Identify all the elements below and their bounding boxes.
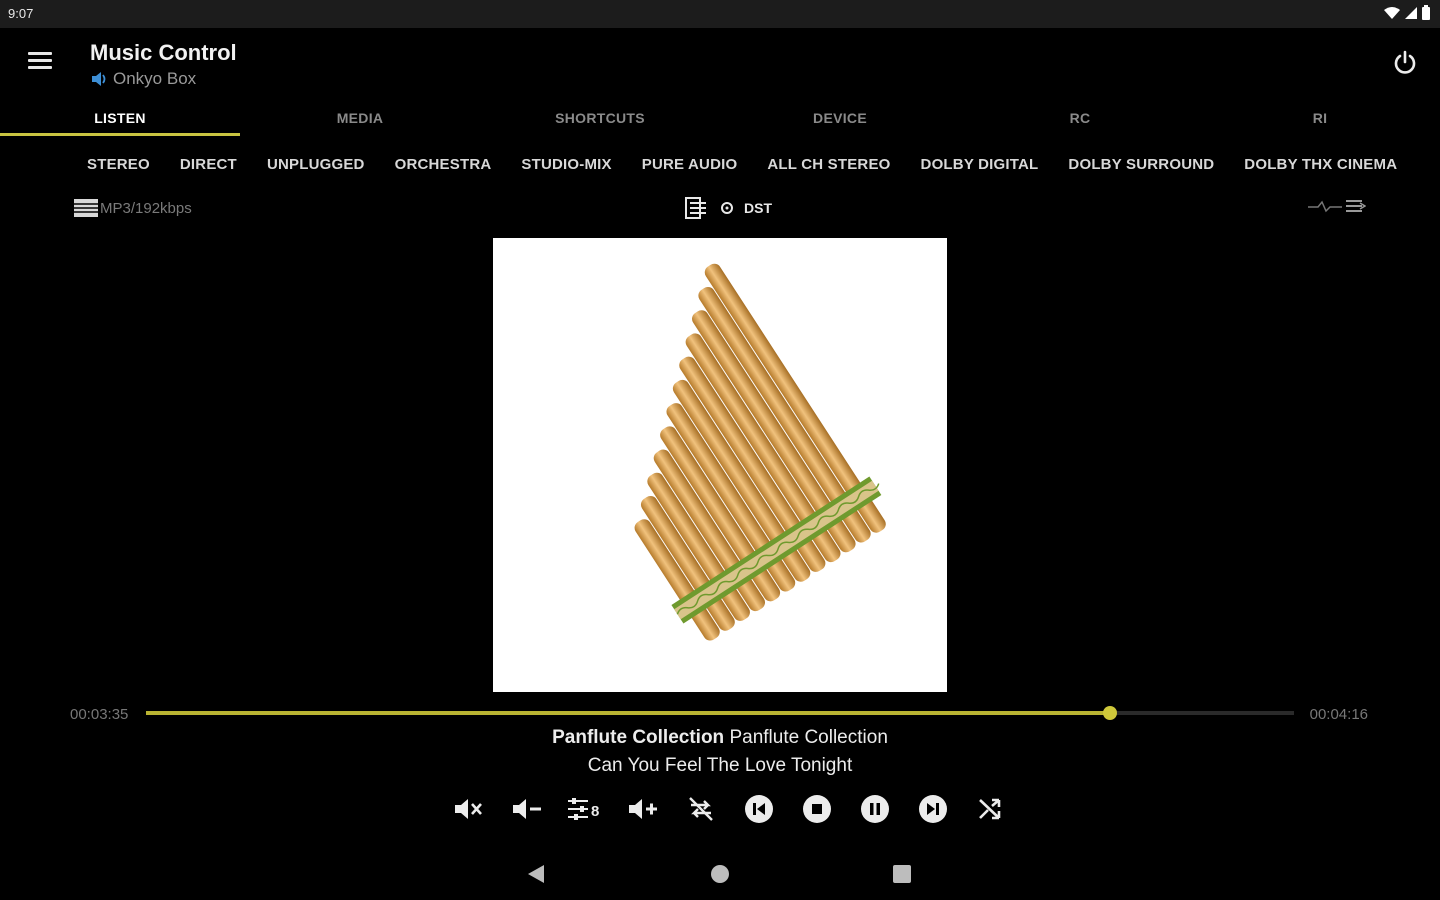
mode-all-ch-stereo-button[interactable]: ALL CH STEREO bbox=[752, 150, 905, 180]
stop-icon bbox=[803, 795, 831, 823]
album-line: Panflute Collection Panflute Collection bbox=[0, 727, 1440, 755]
album-cover bbox=[493, 238, 947, 692]
seek-bar-thumb[interactable] bbox=[1103, 706, 1118, 720]
info-row: MP3/192kbps DST bbox=[0, 194, 1440, 222]
elapsed-time: 00:03:35 bbox=[70, 706, 129, 723]
system-icons bbox=[1384, 5, 1430, 20]
total-time: 00:04:16 bbox=[1309, 706, 1368, 723]
power-icon[interactable] bbox=[1392, 50, 1418, 76]
format-text: MP3/192kbps bbox=[100, 199, 192, 217]
volume-down-icon bbox=[513, 799, 541, 819]
seek-bar-fill bbox=[146, 711, 1111, 715]
mode-unplugged-button[interactable]: UNPLUGGED bbox=[252, 150, 380, 180]
audio-processing-info: DST bbox=[684, 196, 772, 220]
equalizer-icon bbox=[1308, 200, 1366, 213]
mute-button[interactable] bbox=[440, 790, 498, 828]
mode-studio-mix-button[interactable]: STUDIO-MIX bbox=[506, 150, 626, 180]
mute-icon bbox=[455, 799, 482, 819]
system-nav-bar bbox=[0, 848, 1440, 900]
recent-apps-icon[interactable] bbox=[893, 865, 911, 883]
next-button[interactable] bbox=[904, 790, 962, 828]
next-track-icon bbox=[919, 795, 947, 823]
wifi-icon bbox=[1384, 6, 1400, 19]
track-info: Panflute Collection Panflute Collection … bbox=[0, 727, 1440, 777]
file-format-icon bbox=[74, 199, 98, 217]
tab-ri[interactable]: RI bbox=[1200, 100, 1440, 136]
tab-media[interactable]: MEDIA bbox=[240, 100, 480, 136]
mode-stereo-button[interactable]: STEREO bbox=[72, 150, 165, 180]
volume-up-icon bbox=[629, 799, 657, 819]
volume-down-button[interactable] bbox=[498, 790, 556, 828]
playback-controls: 8 bbox=[440, 790, 1020, 828]
menu-icon[interactable] bbox=[28, 52, 52, 72]
mode-dolby-digital-button[interactable]: DOLBY DIGITAL bbox=[906, 150, 1054, 180]
mode-dolby-surround-button[interactable]: DOLBY SURROUND bbox=[1053, 150, 1229, 180]
album-primary: Panflute Collection bbox=[552, 727, 725, 748]
device-subtitle: Onkyo Box bbox=[90, 69, 196, 89]
pause-button[interactable] bbox=[846, 790, 904, 828]
app-title: Music Control bbox=[90, 40, 237, 65]
audio-settings-icon[interactable] bbox=[684, 196, 710, 220]
mode-pure-audio-button[interactable]: PURE AUDIO bbox=[627, 150, 753, 180]
mode-orchestra-button[interactable]: ORCHESTRA bbox=[380, 150, 507, 180]
tone-value: 8 bbox=[591, 803, 599, 820]
mode-direct-button[interactable]: DIRECT bbox=[165, 150, 252, 180]
repeat-button[interactable] bbox=[672, 790, 730, 828]
tab-shortcuts[interactable]: SHORTCUTS bbox=[480, 100, 720, 136]
tone-control-icon: 8 bbox=[568, 798, 599, 820]
volume-up-button[interactable] bbox=[614, 790, 672, 828]
status-bar: 9:07 bbox=[0, 0, 1440, 28]
tab-device[interactable]: DEVICE bbox=[720, 100, 960, 136]
repeat-off-icon bbox=[689, 797, 713, 821]
speaker-icon bbox=[92, 72, 106, 86]
pause-icon bbox=[861, 795, 889, 823]
tone-control-button[interactable]: 8 bbox=[556, 790, 614, 828]
dst-label: DST bbox=[744, 200, 772, 216]
signal-icon bbox=[1405, 6, 1417, 19]
eq-toggle[interactable] bbox=[1308, 198, 1366, 214]
progress-row: 00:03:35 00:04:16 bbox=[0, 700, 1440, 726]
stop-button[interactable] bbox=[788, 790, 846, 828]
track-title: Can You Feel The Love Tonight bbox=[587, 755, 853, 776]
panflute-artwork bbox=[634, 263, 886, 641]
shuffle-icon bbox=[979, 798, 1001, 820]
format-info: MP3/192kbps bbox=[74, 198, 192, 218]
tab-listen[interactable]: LISTEN bbox=[0, 100, 240, 136]
previous-track-icon bbox=[745, 795, 773, 823]
shuffle-button[interactable] bbox=[962, 790, 1020, 828]
home-icon[interactable] bbox=[711, 865, 729, 883]
tab-rc[interactable]: RC bbox=[960, 100, 1200, 136]
album-secondary: Panflute Collection bbox=[729, 727, 888, 748]
dts-icon bbox=[721, 202, 733, 214]
app-bar: Music Control Onkyo Box bbox=[0, 28, 1440, 100]
status-time: 9:07 bbox=[8, 6, 34, 21]
device-name: Onkyo Box bbox=[113, 69, 197, 88]
listening-mode-bar: STEREO DIRECT UNPLUGGED ORCHESTRA STUDIO… bbox=[72, 150, 1412, 180]
back-icon[interactable] bbox=[527, 864, 545, 884]
battery-icon bbox=[1422, 5, 1430, 20]
tab-bar: LISTEN MEDIA SHORTCUTS DEVICE RC RI bbox=[0, 100, 1440, 136]
previous-button[interactable] bbox=[730, 790, 788, 828]
mode-dolby-thx-cinema-button[interactable]: DOLBY THX CINEMA bbox=[1229, 150, 1412, 180]
seek-bar[interactable] bbox=[146, 706, 1294, 720]
